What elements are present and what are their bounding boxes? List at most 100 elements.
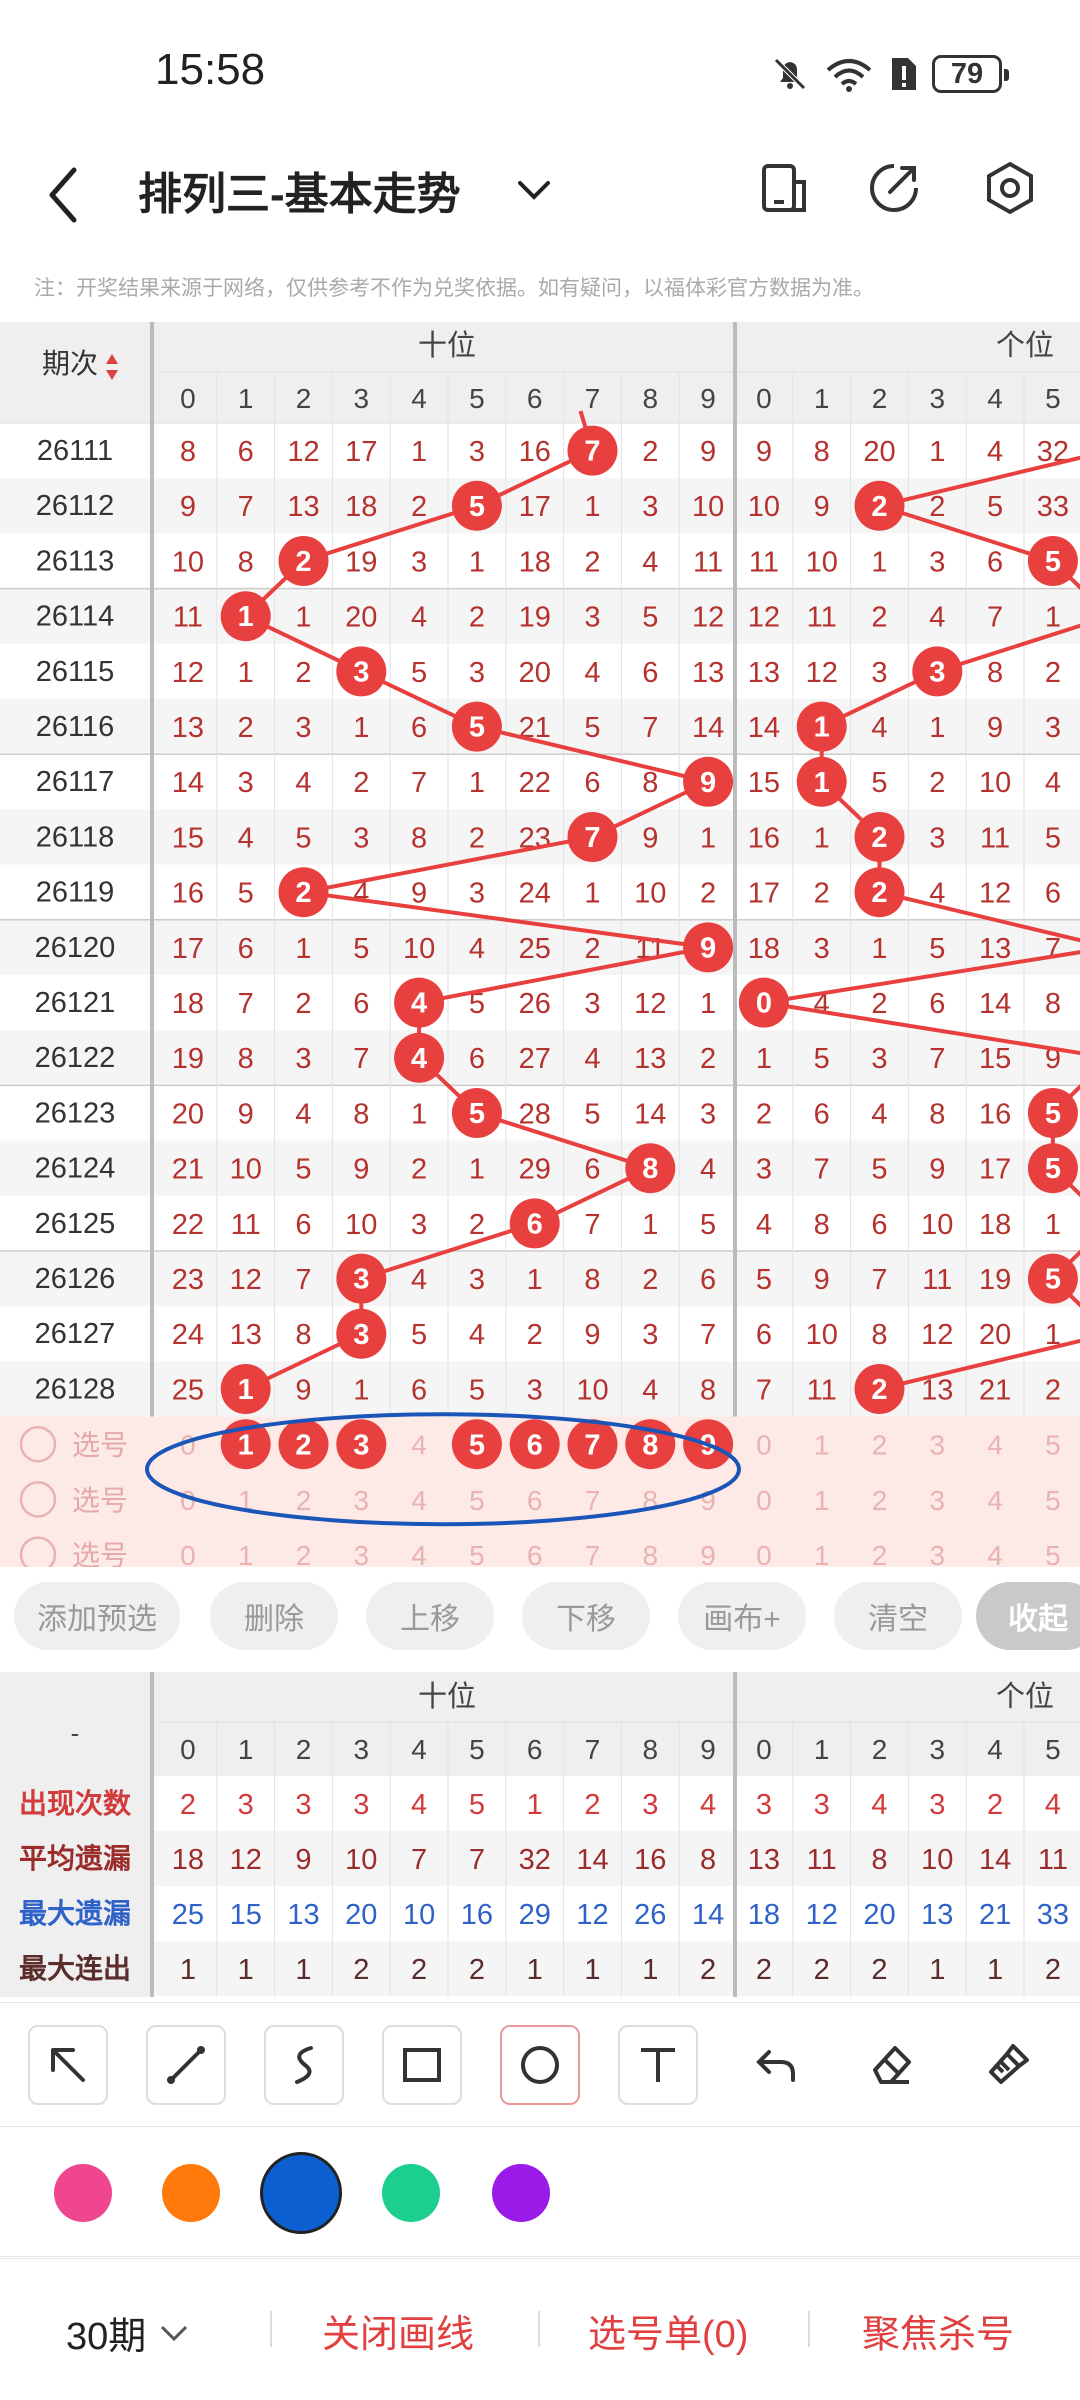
move-down-button[interactable]: 下移 (522, 1582, 650, 1650)
pick-list-button[interactable]: 选号单(0) (588, 2303, 748, 2358)
canvas-plus-button[interactable]: 画布+ (678, 1582, 806, 1650)
pick-digit[interactable]: 3 (930, 1485, 946, 1516)
pick-digit[interactable]: 4 (987, 1540, 1003, 1567)
pick-digit[interactable]: 0 (180, 1540, 196, 1567)
clear-button[interactable]: 清空 (834, 1582, 962, 1650)
pick-digit[interactable]: 7 (585, 1540, 601, 1567)
pick-digit[interactable]: 0 (756, 1485, 772, 1516)
pick-digit[interactable]: 6 (527, 1485, 543, 1516)
pick-digit[interactable]: 2 (872, 1540, 888, 1567)
stats-tens-header: 十位 (418, 1680, 476, 1713)
share-icon[interactable] (864, 158, 924, 218)
collapse-button[interactable]: 收起 (976, 1582, 1080, 1650)
miss-count-cell: 11 (173, 602, 203, 634)
miss-count-cell: 10 (921, 1209, 953, 1241)
period-cell: 26121 (35, 987, 116, 1019)
stats-units-header: 个位 (996, 1680, 1054, 1713)
miss-count-cell: 8 (353, 1098, 369, 1130)
pick-digit[interactable]: 6 (527, 1540, 543, 1567)
text-tool[interactable] (618, 2025, 698, 2105)
line-tool[interactable] (146, 2025, 226, 2105)
digit-header: 5 (469, 383, 485, 414)
pick-digit[interactable]: 5 (469, 1540, 485, 1567)
delete-button[interactable]: 删除 (210, 1582, 338, 1650)
miss-count-cell: 7 (987, 602, 1003, 634)
miss-count-cell: 6 (411, 1374, 427, 1406)
pick-digit[interactable]: 5 (1045, 1430, 1061, 1461)
stats-cell: 10 (345, 1844, 377, 1876)
pick-digit[interactable]: 2 (872, 1430, 888, 1461)
color-swatch-blue[interactable] (260, 2152, 342, 2234)
pick-digit[interactable]: 3 (354, 1540, 370, 1567)
tens-hit-label: 2 (295, 546, 311, 578)
chevron-down-icon[interactable] (512, 168, 556, 212)
pick-digit[interactable]: 1 (814, 1540, 830, 1567)
miss-count-cell: 7 (929, 1043, 945, 1075)
period-selector[interactable]: 30期 (66, 2305, 192, 2360)
pick-digit[interactable]: 3 (354, 1485, 370, 1516)
color-swatch-purple[interactable] (492, 2164, 550, 2222)
focus-kill-button[interactable]: 聚焦杀号 (862, 2303, 1014, 2358)
pick-digit[interactable]: 4 (411, 1540, 427, 1567)
miss-count-cell: 4 (756, 1209, 772, 1241)
pick-digit[interactable]: 1 (814, 1485, 830, 1516)
miss-count-cell: 1 (584, 878, 600, 910)
miss-count-cell: 14 (634, 1098, 666, 1130)
arrow-tool[interactable] (28, 2025, 108, 2105)
miss-count-cell: 11 (807, 602, 837, 634)
pick-digit[interactable]: 2 (296, 1540, 312, 1567)
clear-brush-button[interactable] (968, 2025, 1048, 2105)
digit-header: 3 (354, 383, 370, 414)
move-up-button[interactable]: 上移 (366, 1582, 494, 1650)
pick-digit[interactable]: 1 (814, 1430, 830, 1461)
back-arrow-icon[interactable] (40, 160, 90, 230)
add-preselect-button[interactable]: 添加预选 (14, 1582, 180, 1650)
pick-digit[interactable]: 0 (756, 1430, 772, 1461)
pick-digit[interactable]: 4 (987, 1430, 1003, 1461)
miss-count-cell: 25 (172, 1374, 204, 1406)
circle-tool[interactable] (500, 2025, 580, 2105)
stats-digit-header: 1 (814, 1734, 830, 1765)
pick-digit[interactable]: 7 (585, 1485, 601, 1516)
pick-digit[interactable]: 5 (1045, 1485, 1061, 1516)
pick-digit[interactable]: 3 (930, 1540, 946, 1567)
pick-digit[interactable]: 3 (930, 1430, 946, 1461)
pick-digit[interactable]: 2 (296, 1485, 312, 1516)
miss-count-cell: 8 (411, 822, 427, 854)
eraser-button[interactable] (852, 2025, 932, 2105)
pick-digit[interactable]: 8 (643, 1540, 659, 1567)
screen-switch-icon[interactable] (754, 158, 814, 218)
rect-tool[interactable] (382, 2025, 462, 2105)
miss-count-cell: 21 (172, 1154, 204, 1186)
miss-count-cell: 4 (411, 602, 427, 634)
pick-digit[interactable]: 2 (872, 1485, 888, 1516)
miss-count-cell: 6 (929, 988, 945, 1020)
units-group-header: 个位 (996, 329, 1054, 362)
eraser-icon (873, 2046, 911, 2084)
undo-button[interactable] (736, 2025, 816, 2105)
pick-digit[interactable]: 4 (411, 1485, 427, 1516)
miss-count-cell: 2 (584, 546, 600, 578)
stats-cell: 1 (929, 1954, 945, 1986)
miss-count-cell: 3 (584, 602, 600, 634)
pick-digit[interactable]: 5 (1045, 1540, 1061, 1567)
pick-digit[interactable]: 0 (756, 1540, 772, 1567)
pick-digit[interactable]: 1 (238, 1540, 254, 1567)
miss-count-cell: 2 (642, 1264, 658, 1296)
close-drawing-button[interactable]: 关闭画线 (322, 2303, 474, 2358)
curve-tool[interactable] (264, 2025, 344, 2105)
page-title[interactable]: 排列三-基本走势 (138, 158, 461, 222)
settings-icon[interactable] (980, 158, 1040, 218)
pick-digit[interactable]: 5 (469, 1485, 485, 1516)
line-tool-icon (167, 2046, 205, 2084)
miss-count-cell: 1 (756, 1043, 772, 1075)
stats-cell: 12 (230, 1844, 262, 1876)
pick-digit[interactable]: 9 (700, 1540, 716, 1567)
color-swatch-pink[interactable] (54, 2164, 112, 2222)
pick-digit[interactable]: 4 (987, 1485, 1003, 1516)
pick-digit[interactable]: 4 (411, 1430, 427, 1461)
units-hit-label: 2 (871, 822, 887, 854)
miss-count-cell: 6 (584, 767, 600, 799)
color-swatch-green[interactable] (382, 2164, 440, 2222)
color-swatch-orange[interactable] (162, 2164, 220, 2222)
